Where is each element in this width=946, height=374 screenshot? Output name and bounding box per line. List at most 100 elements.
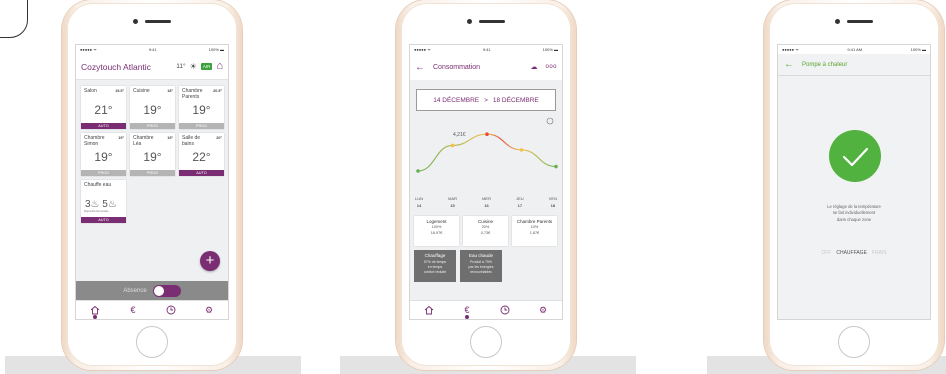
speaker	[479, 20, 505, 23]
day-label[interactable]: MAR 15	[448, 196, 457, 208]
mode-frais[interactable]: FRAIS	[872, 250, 887, 256]
day-label[interactable]: LUN 14	[415, 196, 423, 208]
page-title: Pompe à chaleur	[802, 61, 848, 68]
consumption-line	[417, 133, 557, 172]
room-tile[interactable]: Cuisine 18° 19° PROG	[130, 86, 175, 129]
phone-consumption: ●●●●● ᯤ 9:41 100% ▬ ← Consommation ☁ ooo…	[396, 0, 576, 370]
date-end: 18 DÉCEMBRE	[492, 96, 539, 104]
room-mode: PROG	[179, 123, 224, 129]
back-arrow-icon[interactable]: ←	[784, 59, 794, 70]
day-label[interactable]: MER 16	[482, 196, 491, 208]
screen-heat-pump: ●●●●● ᯤ 9:41 AM 100% ▬ ← Pompe à chaleur…	[777, 44, 931, 320]
partial-device-frame	[0, 0, 28, 38]
mode-off[interactable]: OFF	[821, 250, 831, 256]
back-arrow-icon[interactable]: ←	[415, 62, 425, 73]
zone-card[interactable]: Chambre Parents 10% 1,87€	[512, 216, 557, 246]
speaker	[847, 20, 873, 23]
room-name: Chambre Léa	[133, 135, 154, 147]
info-cards: Chauffage 57% de temps en temps confort …	[410, 246, 562, 282]
room-tile[interactable]: Chambre Léa 19° 19° PROG	[130, 133, 175, 176]
info-card[interactable]: Chauffage 57% de temps en temps confort …	[414, 250, 456, 282]
tab-bar: € ⚙	[76, 300, 228, 319]
euro-icon[interactable]: €	[458, 305, 476, 319]
absence-label: Absence	[123, 287, 147, 294]
check-icon	[829, 130, 881, 182]
room-setpoint: 19°	[143, 103, 162, 117]
date-start: 14 DÉCEMBRE	[433, 96, 480, 104]
room-setpoint: 22°	[192, 150, 211, 164]
room-tile[interactable]: Salon 19.5° 21° AUTO	[81, 86, 126, 129]
info-message: Le réglage de la température se fait ind…	[827, 204, 881, 222]
room-name: Salle de bains	[182, 135, 201, 147]
clock-icon[interactable]	[496, 305, 514, 315]
cloud-icon[interactable]: ☁	[530, 63, 537, 71]
chart-peak-label: 4,21€	[453, 132, 466, 138]
phone-heat-pump: ●●●●● ᯤ 9:41 AM 100% ▬ ← Pompe à chaleur…	[764, 0, 944, 370]
consumption-header: ← Consommation ☁ ooo	[410, 54, 562, 80]
info-card[interactable]: Eau chaude Produit à 79% par les énergie…	[460, 250, 502, 282]
carrier: ●●●●● ᯤ	[782, 46, 799, 52]
add-button[interactable]: +	[200, 251, 220, 271]
home-icon[interactable]	[86, 305, 104, 319]
room-setpoint: 19°	[94, 150, 113, 164]
room-tile[interactable]: Chambre Parents 20.5° 19° PROG	[179, 86, 224, 129]
chart-svg: 4,21€	[416, 117, 558, 173]
water-heater-tile[interactable]: Chauffe eau 3♨ 5♨ Disponible Demandée AU…	[81, 180, 126, 223]
room-ambient: 20°	[216, 136, 222, 140]
air-badge[interactable]: AIR	[200, 63, 213, 70]
gear-icon[interactable]: ⚙	[534, 305, 552, 315]
home-button[interactable]	[838, 326, 870, 358]
day-label[interactable]: JEU 17	[516, 196, 524, 208]
phone-home: ●●●●● ᯤ 9:41 100% ▬ Cozytouch Atlantic 1…	[62, 0, 242, 370]
mode-chauffage[interactable]: CHAUFFAGE	[836, 250, 867, 256]
speaker	[145, 20, 171, 23]
date-range-selector[interactable]: 14 DÉCEMBRE > 18 DÉCEMBRE	[416, 89, 556, 111]
day-label[interactable]: VEN 18	[549, 196, 557, 208]
water-heater-values: 3♨ 5♨	[85, 199, 117, 210]
room-ambient: 20.5°	[213, 89, 222, 93]
room-tile[interactable]: Salle de bains 20° 22° AUTO	[179, 133, 224, 176]
status-bar: ●●●●● ᯤ 9:41 100% ▬	[410, 45, 562, 54]
status-bar: ●●●●● ᯤ 9:41 100% ▬	[76, 45, 228, 54]
room-mode: AUTO	[179, 170, 224, 176]
clock-icon[interactable]	[162, 305, 180, 315]
camera	[467, 19, 472, 24]
clock: 9:41 AM	[847, 47, 863, 52]
absence-toggle[interactable]	[152, 284, 181, 297]
page-title: Consommation	[433, 63, 481, 71]
room-setpoint: 19°	[192, 103, 211, 117]
heat-pump-header: ← Pompe à chaleur	[778, 54, 930, 76]
room-tile[interactable]: Chambre Simon 19° 19° PROG	[81, 133, 126, 176]
gear-icon[interactable]: ⚙	[200, 305, 218, 315]
house-settings-icon[interactable]: ⌂	[216, 61, 223, 72]
euro-icon[interactable]: €	[124, 305, 142, 315]
water-heater-sub: Disponible Demandée	[84, 210, 109, 213]
room-setpoint: 21°	[94, 103, 113, 117]
data-point[interactable]	[554, 164, 558, 169]
data-point[interactable]	[450, 143, 455, 148]
data-point[interactable]	[416, 169, 420, 173]
room-name: Chambre Parents	[182, 88, 203, 100]
room-mode: PROG	[130, 123, 175, 129]
carrier: ●●●●● ᯤ	[414, 46, 431, 52]
carrier: ●●●●● ᯤ	[80, 46, 97, 52]
sun-icon: ☀	[189, 61, 197, 71]
home-button[interactable]	[470, 326, 502, 358]
chart-info-icon[interactable]	[546, 117, 554, 125]
battery: 100% ▬	[542, 47, 558, 52]
zone-card[interactable]: Cuisine 20% 0,73€	[463, 216, 508, 246]
data-point[interactable]	[519, 148, 524, 152]
more-options[interactable]: ooo	[545, 64, 557, 70]
clock: 9:41	[482, 47, 491, 52]
status-bar: ●●●●● ᯤ 9:41 AM 100% ▬	[778, 45, 930, 54]
water-heater-name: Chauffe eau	[84, 182, 112, 188]
data-point[interactable]	[485, 132, 489, 137]
clock: 9:41	[148, 47, 157, 52]
home-button[interactable]	[136, 326, 168, 358]
battery: 100% ▬	[208, 47, 224, 52]
room-name: Cuisine	[133, 88, 150, 94]
home-icon[interactable]	[420, 305, 438, 315]
zone-cards: Logement 100% 18,97€ Cuisine 20% 0,73€ C…	[410, 208, 562, 246]
zone-card[interactable]: Logement 100% 18,97€	[414, 216, 459, 246]
screen-home: ●●●●● ᯤ 9:41 100% ▬ Cozytouch Atlantic 1…	[75, 44, 229, 320]
